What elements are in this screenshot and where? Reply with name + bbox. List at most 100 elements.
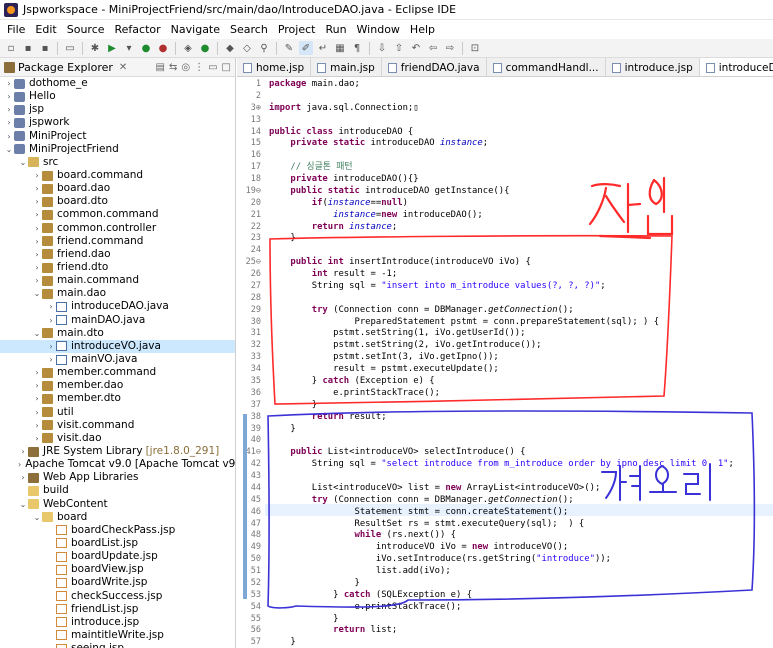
tree-item[interactable]: build [0,484,235,497]
code-line[interactable]: pstmt.setInt(3, iVo.getIpno()); [269,352,499,364]
code-line[interactable]: instance=new introduceDAO(); [269,210,483,222]
tree-item[interactable]: › mainDAO.java [0,314,235,327]
link-editor-icon[interactable]: ⇆ [169,62,177,73]
code-line[interactable]: } catch (Exception e) { [269,376,435,388]
tree-item[interactable]: ⌄ WebContent [0,498,235,511]
tree-item[interactable]: › MiniProject [0,130,235,143]
tree-item[interactable]: introduce.jsp [0,616,235,629]
tree-item[interactable]: ⌄ MiniProjectFriend [0,143,235,156]
previous-annotation-icon[interactable]: ⇧ [392,41,406,55]
menu-edit[interactable]: Edit [30,23,61,36]
save-icon[interactable]: ▪ [21,41,35,55]
tree-item[interactable]: › jspwork [0,116,235,129]
code-line[interactable]: introduceVO iVo = new introduceVO(); [269,542,568,554]
code-line[interactable]: ResultSet rs = stmt.executeQuery(sql); )… [269,519,584,531]
menu-navigate[interactable]: Navigate [166,23,225,36]
menu-search[interactable]: Search [225,23,273,36]
tree-item[interactable]: › visit.dao [0,432,235,445]
chevron-right-icon[interactable]: › [46,353,56,366]
menu-refactor[interactable]: Refactor [110,23,166,36]
view-menu-icon[interactable]: ⋮ [194,62,204,73]
minimize-icon[interactable]: ▭ [208,62,217,73]
chevron-down-icon[interactable]: ⌄ [32,287,42,300]
menu-file[interactable]: File [2,23,30,36]
tree-item[interactable]: › common.command [0,208,235,221]
tree-item[interactable]: maintitleWrite.jsp [0,629,235,642]
tree-item[interactable]: › friend.command [0,235,235,248]
chevron-right-icon[interactable]: › [18,445,28,458]
chevron-right-icon[interactable]: › [46,340,56,353]
tree-item[interactable]: boardUpdate.jsp [0,550,235,563]
chevron-right-icon[interactable]: › [32,379,42,392]
tree-item[interactable]: › jsp [0,103,235,116]
chevron-right-icon[interactable]: › [18,471,28,484]
focus-icon[interactable]: ◎ [181,62,190,73]
menu-window[interactable]: Window [352,23,405,36]
tree-item[interactable]: ⌄ main.dao [0,287,235,300]
code-line[interactable]: } [269,637,295,648]
code-line[interactable]: return list; [269,625,397,637]
chevron-down-icon[interactable]: ▾ [122,41,136,55]
collapse-all-icon[interactable]: ▤ [156,62,165,73]
chevron-down-icon[interactable]: ⌄ [18,498,28,511]
chevron-right-icon[interactable]: › [46,314,56,327]
open-perspective-icon[interactable]: ⊡ [468,41,482,55]
chevron-down-icon[interactable]: ⌄ [4,143,14,156]
code-line[interactable]: List<introduceVO> list = new ArrayList<i… [269,483,601,495]
code-line[interactable]: return result; [269,412,387,424]
menu-project[interactable]: Project [273,23,321,36]
tree-item[interactable]: friendList.jsp [0,603,235,616]
code-line[interactable]: e.printStackTrace(); [269,388,440,400]
debug-icon[interactable]: ✱ [88,41,102,55]
terminal-icon[interactable]: ▭ [63,41,77,55]
tree-item[interactable]: › dothome_e [0,77,235,90]
editor-tab[interactable]: introduceDA...✕ [699,58,773,76]
next-annotation-icon[interactable]: ⇩ [375,41,389,55]
chevron-right-icon[interactable]: › [32,261,42,274]
tree-item[interactable]: › Hello [0,90,235,103]
new-icon[interactable]: ▫ [4,41,18,55]
pin-icon[interactable]: ✎ [282,41,296,55]
new-class-icon[interactable]: ● [198,41,212,55]
chevron-right-icon[interactable]: › [4,116,14,129]
tree-item[interactable]: › main.command [0,274,235,287]
code-line[interactable]: } [269,400,317,412]
code-line[interactable]: if(instance==null) [269,198,408,210]
chevron-right-icon[interactable]: › [32,195,42,208]
chevron-right-icon[interactable]: › [4,103,14,116]
code-line[interactable]: } catch (SQLException e) { [269,590,472,602]
chevron-right-icon[interactable]: › [4,90,14,103]
chevron-right-icon[interactable]: › [32,366,42,379]
block-selection-icon[interactable]: ▦ [333,41,347,55]
tree-item[interactable]: › introduceVO.java [0,339,235,353]
code-line[interactable]: public class introduceDAO { [269,127,413,139]
chevron-right-icon[interactable]: › [32,182,42,195]
tree-item[interactable]: › board.command [0,169,235,182]
editor-tab[interactable]: friendDAO.java [382,58,487,76]
open-task-icon[interactable]: ◇ [240,41,254,55]
close-icon[interactable]: ✕ [119,62,127,73]
code-line[interactable]: try (Connection conn = DBManager.getConn… [269,495,574,507]
editor-tab[interactable]: home.jsp [237,58,312,76]
code-line[interactable]: int result = -1; [269,269,398,281]
tree-item[interactable]: ⌄ src [0,156,235,169]
code-line[interactable]: } [269,614,338,626]
coverage-icon[interactable]: ● [139,41,153,55]
code-line[interactable]: list.add(iVo); [269,566,451,578]
tree-item[interactable]: › member.dao [0,379,235,392]
code-line[interactable]: } [269,424,295,436]
tree-item[interactable]: boardWrite.jsp [0,576,235,589]
menu-source[interactable]: Source [62,23,110,36]
code-line[interactable]: private static introduceDAO instance; [269,138,488,150]
tree-item[interactable]: › friend.dao [0,248,235,261]
chevron-right-icon[interactable]: › [32,169,42,182]
tree-item[interactable]: › member.dto [0,392,235,405]
code-line[interactable]: return instance; [269,222,398,234]
chevron-right-icon[interactable]: › [46,300,56,313]
mark-occurrences-icon[interactable]: ✐ [299,41,313,55]
open-type-icon[interactable]: ◆ [223,41,237,55]
tree-item[interactable]: checkSuccess.jsp [0,589,235,602]
chevron-right-icon[interactable]: › [32,392,42,405]
code-line[interactable]: try (Connection conn = DBManager.getConn… [269,305,574,317]
new-project-icon[interactable]: ◈ [181,41,195,55]
